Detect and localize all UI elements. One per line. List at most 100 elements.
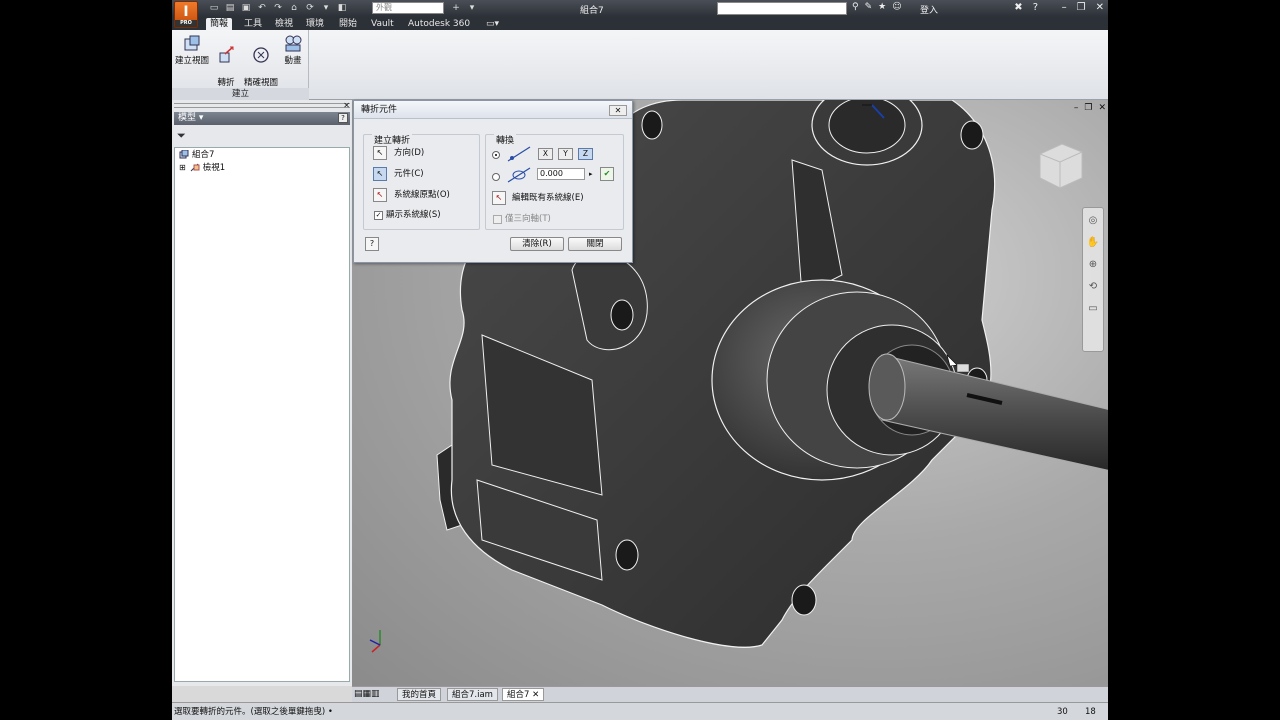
orbit-icon[interactable]: ⟲ [1086, 280, 1100, 294]
transform-group: 轉換 X Y Z 0.000 ▸ ✔ ↖ 編輯既有系統線(E) 僅三向軸(T) [485, 133, 624, 230]
pan-icon[interactable]: ✋ [1086, 236, 1100, 250]
status-count-1: 30 [1057, 707, 1068, 717]
browser-help-icon[interactable]: ? [338, 113, 348, 123]
plus-icon[interactable]: + [450, 3, 462, 14]
show-trails-checkbox[interactable]: ✓ [374, 211, 383, 220]
subscription-icon[interactable]: ✎ [865, 2, 873, 12]
appearance-select[interactable]: 外觀 [372, 2, 444, 14]
undo-icon[interactable]: ↶ [256, 3, 268, 14]
user-icon[interactable]: ☺ [892, 2, 901, 12]
animate-button[interactable]: 動畫 [277, 34, 309, 67]
steering-wheel-icon[interactable]: ◎ [1086, 214, 1100, 228]
favorites-icon[interactable]: ★ [878, 2, 886, 12]
dialog-title[interactable]: 轉折元件 [354, 101, 632, 119]
linear-radio[interactable] [492, 151, 500, 159]
browser-header[interactable]: 模型 ▾ ? [174, 112, 350, 125]
binoculars-icon[interactable]: ⚲ [852, 2, 859, 12]
quick-access-toolbar: ▭ ▤ ▣ ↶ ↷ ⌂ ⟳ ▾ ◧ [208, 2, 348, 15]
create-view-icon [184, 35, 200, 51]
filter-icon[interactable]: ⏷ [177, 129, 186, 143]
material-icon[interactable]: ◧ [336, 3, 348, 14]
transform-value-input[interactable]: 0.000 [537, 168, 585, 180]
tweak-components-dialog: 轉折元件 ✕ 建立轉折 ↖ 方向(D) ↖ 元件(C) ↖ 系統線原點(O) ✓… [353, 100, 633, 263]
navigation-bar: ◎ ✋ ⊕ ⟲ ▭ [1082, 207, 1104, 352]
minimize-icon[interactable]: – [1062, 2, 1067, 13]
tree-item-assembly[interactable]: 組合7 [179, 149, 214, 161]
exchange-tools: ✖ ? [1014, 2, 1038, 13]
origin-select-button[interactable]: ↖ [373, 188, 387, 202]
value-arrow-icon[interactable]: ▸ [589, 168, 593, 180]
select-icon[interactable]: ▾ [320, 3, 332, 14]
status-count-2: 18 [1085, 707, 1096, 717]
rotate-radio[interactable] [492, 173, 500, 181]
tab-getstarted[interactable]: 開始 [335, 18, 361, 30]
tweak-components-icon [219, 46, 234, 63]
ribbon-tabs: 簡報 工具 檢視 環境 開始 Vault Autodesk 360 ▭▾ [172, 17, 1108, 30]
browser-grip[interactable] [174, 103, 350, 108]
viewcube[interactable] [1032, 138, 1088, 194]
tab-view[interactable]: 檢視 [271, 18, 297, 30]
doc-tab-home[interactable]: 我的首頁 [397, 688, 442, 701]
clear-button[interactable]: 清除(R) [510, 237, 564, 251]
direction-select-button[interactable]: ↖ [373, 146, 387, 160]
create-tweak-legend: 建立轉折 [372, 133, 413, 146]
zoom-icon[interactable]: ⊕ [1086, 258, 1100, 272]
apply-check-icon[interactable]: ✔ [600, 167, 614, 181]
doc-tab-assembly[interactable]: 組合7.iam [447, 688, 498, 701]
edit-trails-label: 編輯既有系統線(E) [512, 193, 584, 203]
document-tabs: ▤▦▥ 我的首頁 組合7.iam 組合7 ✕ [352, 686, 1108, 702]
look-at-icon[interactable]: ▭ [1086, 302, 1100, 316]
ribbon-panel: 建立視圖 轉折 元件 精確視圖 旋轉 動畫 建立 [172, 30, 1108, 100]
linear-move-icon [507, 146, 531, 162]
status-message: 選取要轉折的元件。(選取之後單鍵拖曳) • [174, 707, 333, 717]
save-icon[interactable]: ▣ [240, 3, 252, 14]
browser-close-icon[interactable]: ✕ [343, 101, 350, 110]
tab-presentation[interactable]: 簡報 [206, 18, 233, 30]
close-icon[interactable]: ✕ [1096, 2, 1104, 13]
viewport-window-controls: – ❐ ✕ [1074, 103, 1106, 113]
create-view-button[interactable]: 建立視圖 [174, 34, 210, 67]
title-bar: ▭ ▤ ▣ ↶ ↷ ⌂ ⟳ ▾ ◧ 外觀 + ▾ 組合7 ⚲ ✎ ★ ☺ 登入 … [172, 0, 1108, 17]
dropdown-icon[interactable]: ▾ [466, 3, 478, 14]
tab-environment[interactable]: 環境 [302, 18, 328, 30]
maximize-icon[interactable]: ❐ [1077, 2, 1086, 13]
tile-icon[interactable]: ▤▦▥ [354, 689, 380, 699]
status-bar: 選取要轉折的元件。(選取之後單鍵拖曳) • 30 18 [172, 702, 1108, 720]
inventor-window: ▭ ▤ ▣ ↶ ↷ ⌂ ⟳ ▾ ◧ 外觀 + ▾ 組合7 ⚲ ✎ ★ ☺ 登入 … [172, 0, 1108, 720]
exchange-icon[interactable]: ✖ [1014, 2, 1022, 13]
new-icon[interactable]: ▭ [208, 3, 220, 14]
tab-vault[interactable]: Vault [367, 18, 398, 30]
redo-icon[interactable]: ↷ [272, 3, 284, 14]
expand-icon[interactable]: ⊞ [179, 162, 187, 174]
help-search-input[interactable] [717, 2, 847, 15]
tree-item-view[interactable]: ⊞ 檢視1 [179, 162, 225, 174]
component-select-button[interactable]: ↖ [373, 167, 387, 181]
viewport-restore-icon[interactable]: ❐ [1084, 103, 1092, 113]
triad-only-label: 僅三向軸(T) [505, 214, 551, 224]
dialog-close-button[interactable]: ✕ [609, 105, 627, 116]
tab-autodesk360[interactable]: Autodesk 360 [404, 18, 474, 30]
viewport-close-icon[interactable]: ✕ [1098, 103, 1106, 113]
help-icon[interactable]: ? [1033, 2, 1038, 13]
dialog-help-icon[interactable]: ? [365, 237, 379, 251]
tab-extra-icon[interactable]: ▭▾ [482, 18, 503, 30]
doc-tab-presentation[interactable]: 組合7 ✕ [502, 688, 545, 701]
close-button[interactable]: 關閉 [568, 237, 622, 251]
show-trails-label: 顯示系統線(S) [386, 210, 441, 220]
open-icon[interactable]: ▤ [224, 3, 236, 14]
triad-only-checkbox[interactable] [493, 215, 502, 224]
axis-y-button[interactable]: Y [558, 148, 573, 160]
viewport-minimize-icon[interactable]: – [1074, 103, 1079, 113]
browser-title[interactable]: 模型 ▾ [178, 113, 203, 123]
application-menu-button[interactable]: I PRO [174, 1, 198, 28]
tab-tools[interactable]: 工具 [240, 18, 266, 30]
ribbon-group-label: 建立 [172, 88, 309, 100]
home-icon[interactable]: ⌂ [288, 3, 300, 14]
edit-trails-select-button[interactable]: ↖ [492, 191, 506, 205]
signin-button[interactable]: 登入 [920, 3, 938, 16]
model-browser: ✕ 模型 ▾ ? ⏷ 組合7 ⊞ 檢視1 [172, 100, 352, 686]
axis-z-button[interactable]: Z [578, 148, 593, 160]
axis-x-button[interactable]: X [538, 148, 553, 160]
update-icon[interactable]: ⟳ [304, 3, 316, 14]
ribbon-group-create: 建立視圖 轉折 元件 精確視圖 旋轉 動畫 建立 [172, 30, 309, 100]
